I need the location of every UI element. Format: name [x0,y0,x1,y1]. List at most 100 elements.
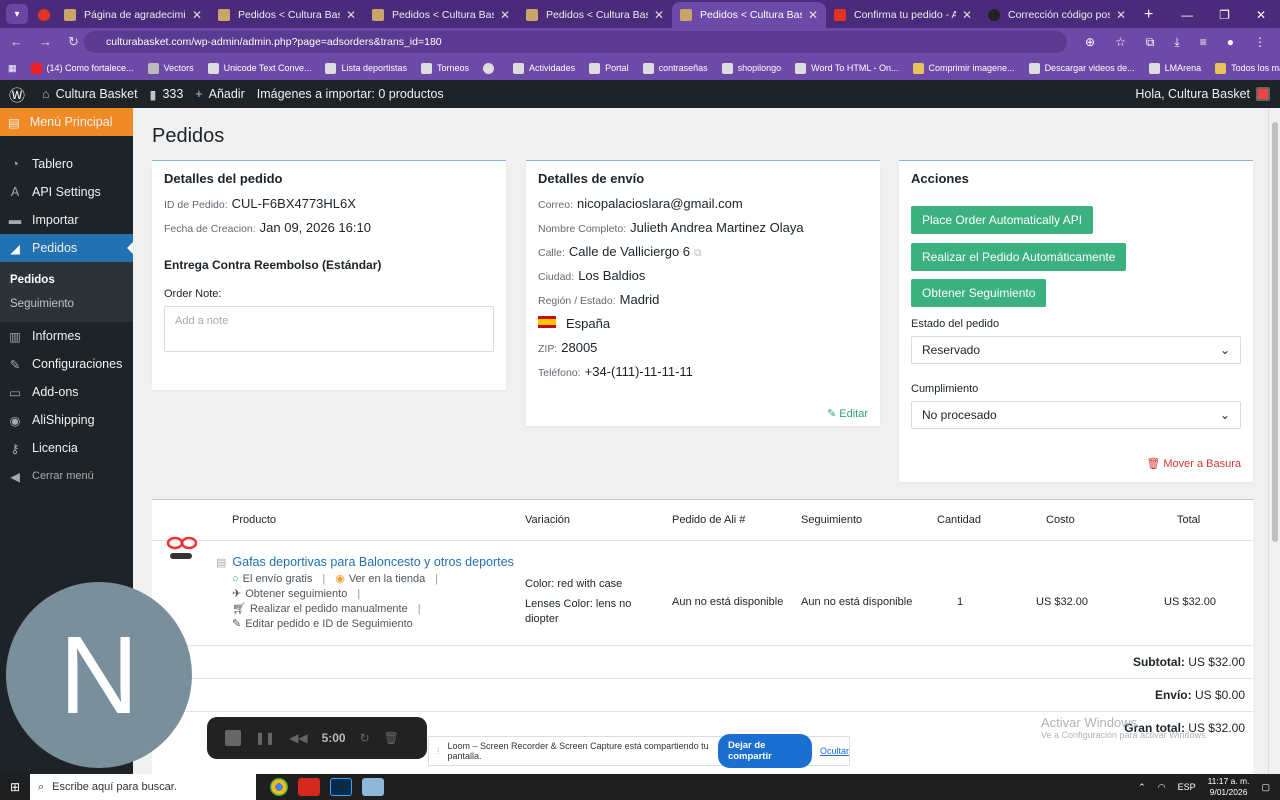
move-to-trash-link[interactable]: 🗑 Mover a Basura [1146,457,1241,470]
hide-link[interactable]: Ocultar [820,746,849,756]
sidebar-item-alishipping[interactable]: ◉ AliShipping [0,406,133,434]
bookmark[interactable]: contraseñas [642,62,708,74]
taskbar-search[interactable]: ⌕ Escribe aquí para buscar. [30,774,256,800]
tab-search-icon[interactable]: ▾ [6,4,28,24]
tab-4[interactable]: Pedidos < Cultura Basket — W ✕ [518,2,672,28]
photoshop-icon[interactable] [330,778,352,796]
sidebar-collapse[interactable]: ◀ Cerrar menú [0,462,133,490]
account-menu[interactable]: Hola, Cultura Basket [1135,87,1270,101]
queue-icon[interactable]: ≡ [1200,35,1207,50]
place-order-api-button[interactable]: Place Order Automatically API [911,206,1094,234]
bookmark[interactable]: Comprimir imagene... [912,62,1015,74]
zoom-icon[interactable]: ⊕ [1085,35,1095,50]
extensions-icon[interactable]: ⧉ [1146,35,1155,50]
sidebar-item-orders[interactable]: ◢ Pedidos [0,234,134,262]
url-field[interactable]: culturabasket.com/wp-admin/admin.php?pag… [84,31,1068,53]
sidebar-item-reports[interactable]: ▥ Informes [0,322,133,350]
bookmark[interactable]: LMArena [1148,62,1201,74]
close-icon[interactable]: ✕ [654,8,664,22]
all-bookmarks[interactable]: Todos los marcadores [1215,62,1280,74]
product-link[interactable]: Gafas deportivas para Baloncesto y otros… [232,555,513,569]
view-store-link[interactable]: Ver en la tienda [349,573,425,585]
order-status-select[interactable]: Reservado ⌄ [911,336,1241,364]
sidebar-item-addons[interactable]: ▭ Add-ons [0,378,133,406]
language-indicator[interactable]: ESP [1178,782,1196,792]
close-icon[interactable]: ✕ [192,8,202,22]
drag-handle-icon[interactable]: ⁞ [437,746,440,756]
add-new-link[interactable]: + Añadir [195,87,244,101]
edit-order-link[interactable]: Editar pedido e ID de Seguimiento [245,618,413,630]
bookmark[interactable]: shopilongo [721,62,781,74]
copy-icon[interactable]: ⧉ [694,247,702,260]
tab-5-active[interactable]: Pedidos < Cultura Basket — W ✕ [672,2,826,28]
pause-icon[interactable]: ❚❚ [255,731,275,745]
minimize-icon[interactable]: — [1181,8,1193,22]
bookmark[interactable]: Lista deportistas [325,62,407,74]
close-window-icon[interactable]: ✕ [1256,8,1266,22]
menu-icon[interactable]: ⋮ [1254,35,1266,50]
sidebar-item-settings[interactable]: ✎ Configuraciones [0,350,133,378]
submenu-tracking[interactable]: Seguimiento [0,292,133,316]
bookmark[interactable]: Vectors [147,62,194,74]
back-icon[interactable]: ← [10,34,23,50]
tab-7[interactable]: Corrección código postal ✕ [980,2,1134,28]
reload-icon[interactable]: ↻ [68,34,79,50]
bookmark[interactable]: Torneos [421,62,469,74]
new-tab-icon[interactable]: + [1144,6,1153,24]
scrollbar-thumb[interactable] [1272,122,1278,542]
maximize-icon[interactable]: ❐ [1219,8,1230,22]
close-icon[interactable]: ✕ [962,8,972,22]
download-icon[interactable]: ⤓ [1174,35,1179,50]
trash-icon[interactable]: 🗑 [384,731,399,745]
main-menu-button[interactable]: ▤ Menú Principal [0,108,133,136]
tab-1[interactable]: Página de agradecimiento ✕ [56,2,210,28]
tab-6[interactable]: Confirma tu pedido - AliExpre ✕ [826,2,980,28]
tab-3[interactable]: Pedidos < Cultura Basket — W ✕ [364,2,518,28]
fulfillment-select[interactable]: No procesado ⌄ [911,401,1241,429]
comments-link[interactable]: ▮ 333 [150,87,184,102]
import-status[interactable]: Imágenes a importar: 0 productos [257,87,444,101]
profile-icon[interactable]: ● [1227,35,1234,50]
order-note-field[interactable]: Add a note [164,306,494,352]
notes-icon[interactable] [362,778,384,796]
bookmark[interactable]: Unicode Text Conve... [207,62,311,74]
place-order-auto-button[interactable]: Realizar el Pedido Automáticamente [911,243,1127,271]
forward-icon[interactable]: → [39,34,52,50]
sidebar-item-api-settings[interactable]: A API Settings [0,178,133,206]
apps-icon[interactable]: ▦ [8,63,17,74]
chrome-icon[interactable] [270,778,288,796]
get-tracking-button[interactable]: Obtener Seguimiento [911,279,1047,307]
close-icon[interactable]: ✕ [346,8,356,22]
sidebar-item-import[interactable]: ▬ Importar [0,206,133,234]
submenu-orders[interactable]: Pedidos [0,268,133,292]
bookmark[interactable]: Portal [589,62,629,74]
restart-icon[interactable]: ↻ [360,731,370,745]
star-icon[interactable]: ☆ [1115,35,1126,50]
sidebar-item-license[interactable]: ⚷ Licencia [0,434,133,462]
windows-start-icon[interactable]: ⊞ [0,780,30,794]
bookmark[interactable]: (14) Como fortalece... [30,62,134,74]
notifications-icon[interactable]: ▢ [1261,782,1270,793]
rewind-icon[interactable]: ◀◀ [289,731,307,745]
sidebar-item-dashboard[interactable]: ◔ Tablero [0,150,133,178]
acrobat-icon[interactable] [298,778,320,796]
stop-icon[interactable] [225,730,241,746]
close-icon[interactable]: ✕ [500,8,510,22]
bookmark[interactable]: Descargar videos de... [1028,62,1135,74]
wifi-icon[interactable]: ◠ [1158,782,1166,793]
chevron-up-icon[interactable]: ⌃ [1138,782,1146,793]
bookmark[interactable] [483,62,499,74]
tab-record[interactable] [32,2,56,28]
stop-sharing-button[interactable]: Dejar de compartir [717,734,812,768]
page-scrollbar[interactable] [1268,108,1280,774]
wordpress-logo-icon[interactable]: Ⓦ [4,82,30,106]
close-icon[interactable]: ✕ [1116,8,1126,22]
close-icon[interactable]: ✕ [808,8,818,22]
clock[interactable]: 11:17 a. m. 9/01/2026 [1208,776,1250,798]
edit-shipping-link[interactable]: ✎ Editar [827,407,868,420]
bookmark[interactable]: Actividades [513,62,575,74]
tab-2[interactable]: Pedidos < Cultura Basket — W ✕ [210,2,364,28]
manual-order-link[interactable]: Realizar el pedido manualmente [250,603,408,615]
get-tracking-link[interactable]: Obtener seguimiento [245,588,347,600]
site-name-link[interactable]: ⌂ Cultura Basket [42,87,138,101]
